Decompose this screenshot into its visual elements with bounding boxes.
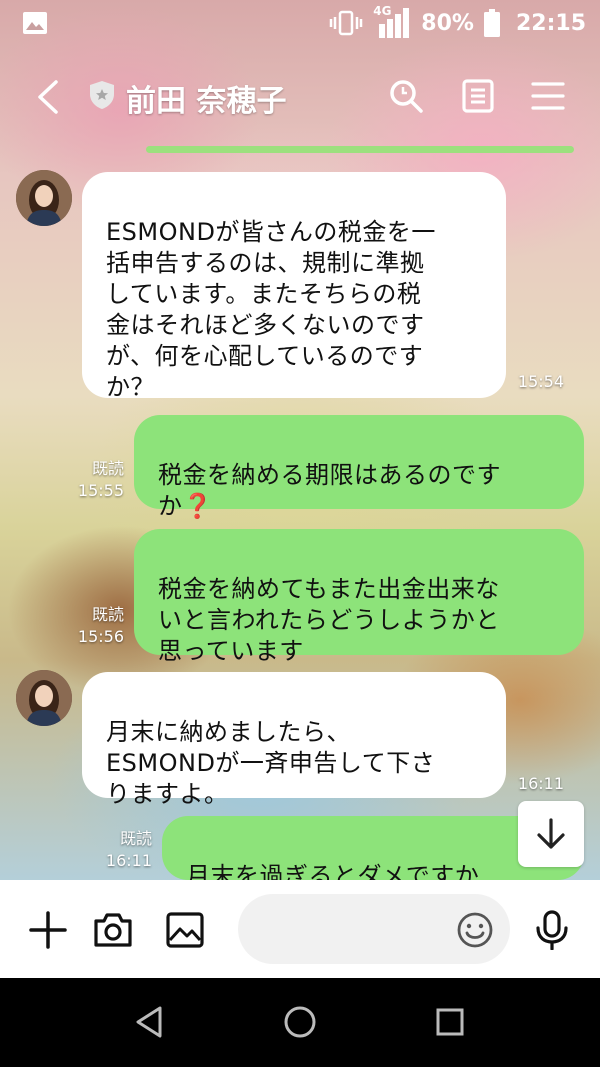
message-text: 税金を納めてもまた出金出来な いと言われたらどうしようかと 思っています [158,575,500,665]
image-icon[interactable] [165,910,205,950]
shield-icon [90,81,114,109]
message-time: 16:11 [517,774,564,793]
message-time: 15:56 [77,627,124,646]
read-label: 既読 [119,829,152,848]
read-receipt: 既読 15:56 [74,604,124,648]
search-icon[interactable] [388,78,424,114]
camera-icon[interactable] [93,910,133,950]
message-time: 15:54 [517,372,564,391]
message-text: 月末に納めましたら、 ESMONDが一斉申告して下さ りますよ。 [106,718,436,808]
nav-home-icon[interactable] [282,1004,318,1040]
message-text: ESMONDが皆さんの税金を一 括申告するのは、規制に準拠 しています。またそち… [106,218,436,401]
message-time: 16:11 [105,851,152,870]
message-bubble-incoming[interactable]: ESMONDが皆さんの税金を一 括申告するのは、規制に準拠 しています。またそち… [82,172,506,401]
message-bubble-outgoing[interactable]: 税金を納めてもまた出金出来な いと言われたらどうしようかと 思っています [134,529,584,665]
emoji-icon[interactable] [456,911,494,949]
question-mark-emoji: ❓ [182,492,213,520]
read-label: 既読 [91,605,124,624]
status-time: 22:15 [515,10,586,36]
message-text: 月末を過ぎるとダメですか [186,862,480,880]
chat-header: 前田 奈穂子 [0,50,600,142]
menu-icon[interactable] [530,78,566,114]
system-navigation-bar [0,978,600,1067]
message-bubble-incoming[interactable]: 月末に納めましたら、 ESMONDが一斉申告して下さ りますよ。 [82,672,506,808]
nav-back-icon[interactable] [132,1004,168,1040]
gallery-notification-icon [23,12,47,34]
message-bubble-outgoing[interactable]: 税金を納める期限はあるのです か❓ [134,415,584,520]
read-receipt: 既読 15:55 [74,458,124,502]
plus-icon[interactable] [28,910,68,950]
message-time: 15:55 [77,481,124,500]
battery-icon [483,9,500,37]
nav-recents-icon[interactable] [432,1004,468,1040]
header-accent-line [146,146,574,153]
chat-title[interactable]: 前田 奈穂子 [126,76,286,120]
read-receipt: 既読 16:11 [102,828,152,872]
notes-icon[interactable] [460,78,496,114]
avatar[interactable] [16,670,72,726]
read-label: 既読 [91,459,124,478]
arrow-down-icon [537,818,565,849]
microphone-icon[interactable] [532,910,572,950]
status-bar: 4G 80% 22:15 [0,0,600,46]
battery-percent: 80% [421,10,474,36]
signal-icon: 4G [373,4,411,38]
scroll-to-bottom-button[interactable] [518,801,584,867]
vibrate-icon [330,10,363,36]
back-arrow-icon[interactable] [34,80,64,114]
avatar[interactable] [16,170,72,226]
